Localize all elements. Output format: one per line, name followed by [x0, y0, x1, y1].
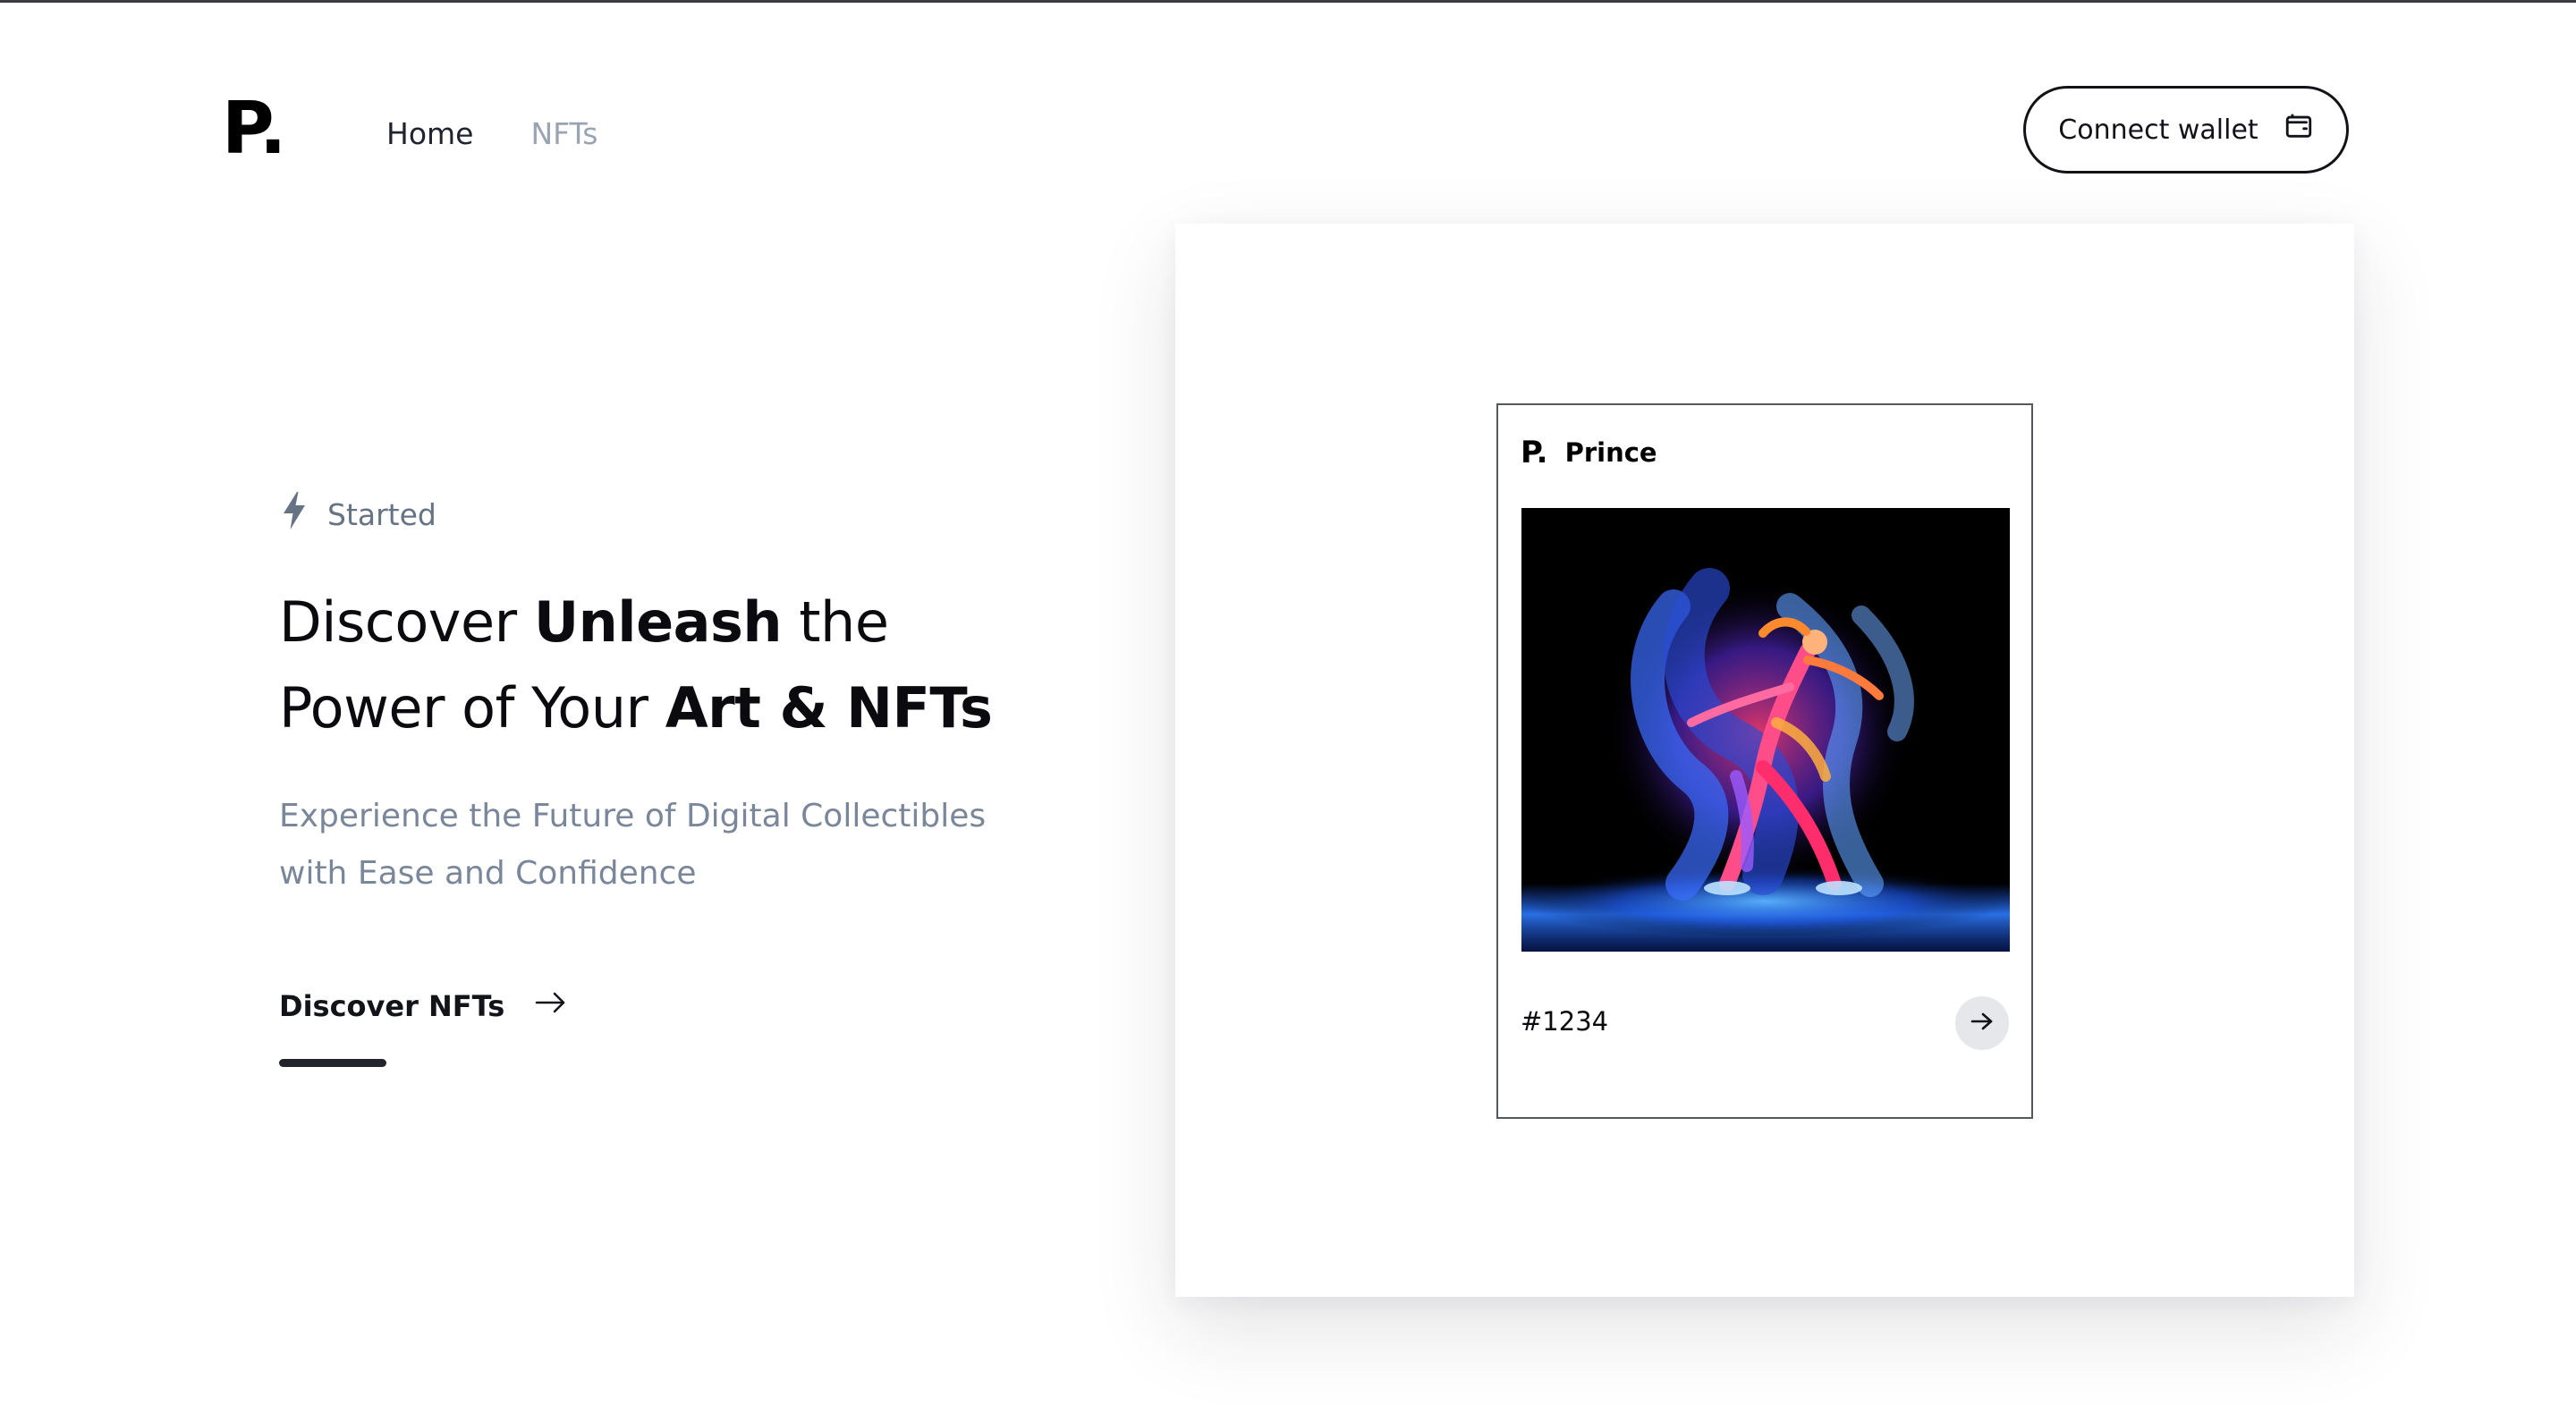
- hero-headline: Discover Unleash the Power of Your Art &…: [279, 580, 993, 751]
- headline-line1-pre: Discover: [279, 589, 534, 655]
- started-eyebrow: Started: [281, 492, 436, 537]
- headline-line2-bold: Art & NFTs: [665, 675, 993, 741]
- headline-line1-bold: Unleash: [533, 589, 783, 655]
- top-border: [0, 0, 2576, 3]
- brand-logo[interactable]: P.: [222, 93, 286, 165]
- arrow-right-icon: [535, 989, 567, 1023]
- nft-card-header: P. Prince: [1521, 437, 1657, 468]
- neon-dancer-artwork: [1521, 508, 2010, 952]
- nft-card-id: #1234: [1521, 1006, 1609, 1037]
- nav-nfts-link[interactable]: NFTs: [530, 114, 597, 154]
- connect-wallet-label: Connect wallet: [2058, 114, 2258, 146]
- discover-underline: [279, 1059, 386, 1067]
- wallet-icon: [2284, 111, 2314, 148]
- main-nav: Home NFTs: [386, 114, 597, 154]
- discover-nfts-label: Discover NFTs: [279, 989, 505, 1023]
- connect-wallet-button[interactable]: Connect wallet: [2023, 86, 2349, 174]
- nav-home-link[interactable]: Home: [386, 114, 473, 154]
- arrow-right-icon: [1970, 1011, 1995, 1036]
- discover-nfts-link[interactable]: Discover NFTs: [279, 989, 567, 1023]
- nft-card-arrow-button[interactable]: [1955, 996, 2009, 1050]
- eyebrow-text: Started: [327, 496, 436, 532]
- subtext-line1: Experience the Future of Digital Collect…: [279, 798, 987, 834]
- hero-subtext: Experience the Future of Digital Collect…: [279, 788, 1030, 902]
- headline-line2-pre: Power of Your: [279, 675, 665, 741]
- nft-card[interactable]: P. Prince #1234: [1496, 403, 2033, 1119]
- nft-card-logo: P.: [1521, 435, 1548, 470]
- subtext-line2: with Ease and Confidence: [279, 855, 697, 892]
- headline-line1-post: the: [782, 589, 889, 655]
- nft-card-name: Prince: [1564, 437, 1657, 468]
- lightning-icon: [281, 492, 308, 537]
